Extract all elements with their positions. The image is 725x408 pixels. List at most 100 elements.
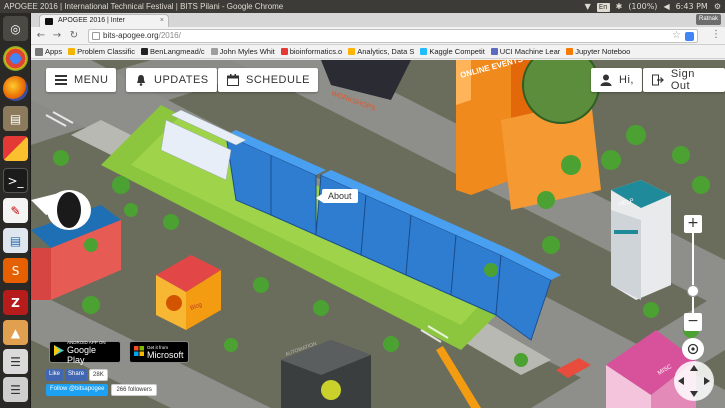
files-icon[interactable]: ▤ (3, 106, 28, 131)
close-tab-icon[interactable]: × (160, 15, 164, 27)
workspaces-icon[interactable]: ☰ (3, 349, 28, 374)
reload-icon[interactable]: ↻ (68, 29, 80, 43)
pan-control[interactable] (674, 361, 714, 401)
bookmark-item[interactable]: Jupyter Noteboo (566, 47, 630, 56)
bookmark-label: Apps (45, 47, 63, 56)
help-building (611, 180, 671, 300)
play-store-icon (54, 343, 64, 361)
profile-chip[interactable]: Ratnak (695, 14, 721, 25)
address-bar[interactable]: bits-apogee.org/2016/ ☆ (88, 29, 698, 43)
sign-out-button[interactable]: Sign Out (643, 68, 725, 92)
pan-arrows-icon (678, 365, 710, 397)
google-play-big: Google Play (67, 344, 97, 365)
document-viewer-icon[interactable]: ▤ (3, 228, 28, 253)
bookmark-label: Jupyter Noteboo (575, 47, 631, 56)
bookmark-label: UCI Machine Lear (499, 47, 561, 56)
bookmark-favicon-icon (348, 48, 356, 55)
bookmark-item[interactable]: Problem Classific (68, 47, 135, 56)
facebook-like-button[interactable]: Like (46, 369, 64, 381)
clock[interactable]: 6:43 PM (676, 0, 708, 13)
twitter-follow-button[interactable]: Follow @bitsapogee (46, 384, 109, 396)
bookmark-favicon-icon (490, 48, 498, 55)
twitter-follower-count: 266 followers (111, 384, 157, 396)
apogee-page: ONLINE EVENTS WORKSHOPS HELP Blog MISC A… (31, 60, 725, 408)
apps-grid-icon (35, 47, 43, 56)
text-editor-icon[interactable]: ✎ (3, 198, 28, 223)
sign-out-icon (651, 73, 665, 87)
writer-icon[interactable]: S (3, 258, 28, 283)
bookmark-item[interactable]: BenLangmead/c (141, 47, 205, 56)
extension-icon[interactable] (685, 32, 694, 41)
hi-label: Hi, (619, 74, 634, 86)
user-icon (599, 73, 613, 87)
facebook-share-button[interactable]: Share (65, 369, 88, 381)
back-arrow-icon[interactable]: ← (35, 29, 47, 43)
menu-button[interactable]: MENU (46, 68, 117, 92)
bookmark-label: bioinformatics.o (289, 47, 343, 56)
twitter-widget: Follow @bitsapogee 266 followers (46, 384, 157, 396)
zoom-slider-handle[interactable] (687, 285, 699, 297)
zoom-out-button[interactable]: − (684, 313, 702, 331)
keyboard-layout-indicator[interactable]: En (596, 3, 610, 12)
network-icon[interactable]: ▼ (585, 0, 591, 13)
zoom-in-button[interactable]: + (684, 215, 702, 233)
bookmarks-bar: Apps Problem Classific BenLangmead/c John M… (31, 45, 725, 59)
bookmark-star-icon[interactable]: ☆ (672, 30, 681, 42)
bookmark-item[interactable]: Analytics, Data S (348, 47, 414, 56)
forward-arrow-icon[interactable]: → (51, 29, 63, 43)
schedule-button[interactable]: SCHEDULE (218, 68, 318, 92)
apps-shortcut[interactable]: Apps (35, 47, 62, 56)
updates-label: UPDATES (154, 74, 209, 86)
target-icon (687, 340, 699, 359)
bookmark-item[interactable]: Kaggle Competit (420, 47, 485, 56)
bookmark-label: John Myles Whit (219, 47, 275, 56)
hamburger-icon (54, 73, 68, 87)
bookmark-item[interactable]: UCI Machine Lear (490, 47, 561, 56)
settings-gear-icon[interactable]: ⚙ (714, 0, 721, 13)
toolbar: ← → ↻ bits-apogee.org/2016/ ☆ ⋮ (31, 27, 725, 45)
bookmark-item[interactable]: John Myles Whit (210, 47, 275, 56)
battery-status[interactable]: (100%) (628, 0, 657, 13)
bookmark-favicon-icon (210, 48, 218, 55)
facebook-widget: Like Share 28K (46, 369, 108, 381)
vlc-icon[interactable]: ▲ (3, 320, 28, 345)
chrome-menu-icon[interactable]: ⋮ (711, 29, 721, 43)
bookmark-favicon-icon (420, 48, 428, 55)
ubuntu-launcher: ◎ ▤ >_ ✎ ▤ S Z ▲ ☰ ☰ (0, 13, 31, 408)
filezilla-icon[interactable]: Z (3, 290, 28, 315)
terminal-icon[interactable]: >_ (3, 168, 28, 193)
calendar-icon (226, 73, 240, 87)
trash-icon[interactable]: ☰ (3, 377, 28, 402)
updates-button[interactable]: UPDATES (126, 68, 217, 92)
system-tray: ▼ En ✱ (100%) ◀ 6:43 PM ⚙ (585, 0, 721, 13)
bookmark-label: BenLangmead/c (150, 47, 205, 56)
about-tooltip[interactable]: About (316, 189, 358, 203)
microsoft-store-badge[interactable]: Get it from Microsoft (129, 341, 189, 363)
user-greeting-button[interactable]: Hi, (591, 68, 642, 92)
bookmark-favicon-icon (68, 48, 76, 55)
window-title: APOGEE 2016 | International Technical Fe… (4, 2, 284, 11)
zoom-slider-track[interactable] (692, 233, 694, 323)
bookmark-item[interactable]: bioinformatics.o (280, 47, 343, 56)
facebook-like-count: 28K (89, 369, 108, 381)
chrome-icon[interactable] (3, 46, 28, 71)
url-host: bits-apogee.org (103, 31, 159, 40)
ubuntu-dash-icon[interactable]: ◎ (3, 16, 28, 41)
url-path: /2016/ (158, 31, 181, 40)
bookmark-label: Analytics, Data S (357, 47, 415, 56)
microsoft-big: Microsoft (147, 349, 184, 360)
bluetooth-icon[interactable]: ✱ (616, 0, 623, 13)
page-info-icon[interactable] (92, 32, 100, 40)
menu-label: MENU (74, 74, 109, 86)
ubuntu-top-panel: APOGEE 2016 | International Technical Fe… (0, 0, 725, 13)
bell-icon (134, 73, 148, 87)
google-play-badge[interactable]: ANDROID APP ON Google Play (49, 340, 121, 365)
tab-title: APOGEE 2016 | Inter (58, 17, 125, 24)
recenter-button[interactable] (682, 338, 704, 360)
firefox-icon[interactable] (3, 76, 28, 101)
volume-icon[interactable]: ◀ (663, 0, 669, 13)
bookmark-favicon-icon (141, 48, 149, 55)
software-center-icon[interactable] (3, 136, 28, 161)
tab-apogee[interactable]: APOGEE 2016 | Inter × (39, 14, 169, 27)
apogee-favicon-icon (45, 18, 53, 25)
